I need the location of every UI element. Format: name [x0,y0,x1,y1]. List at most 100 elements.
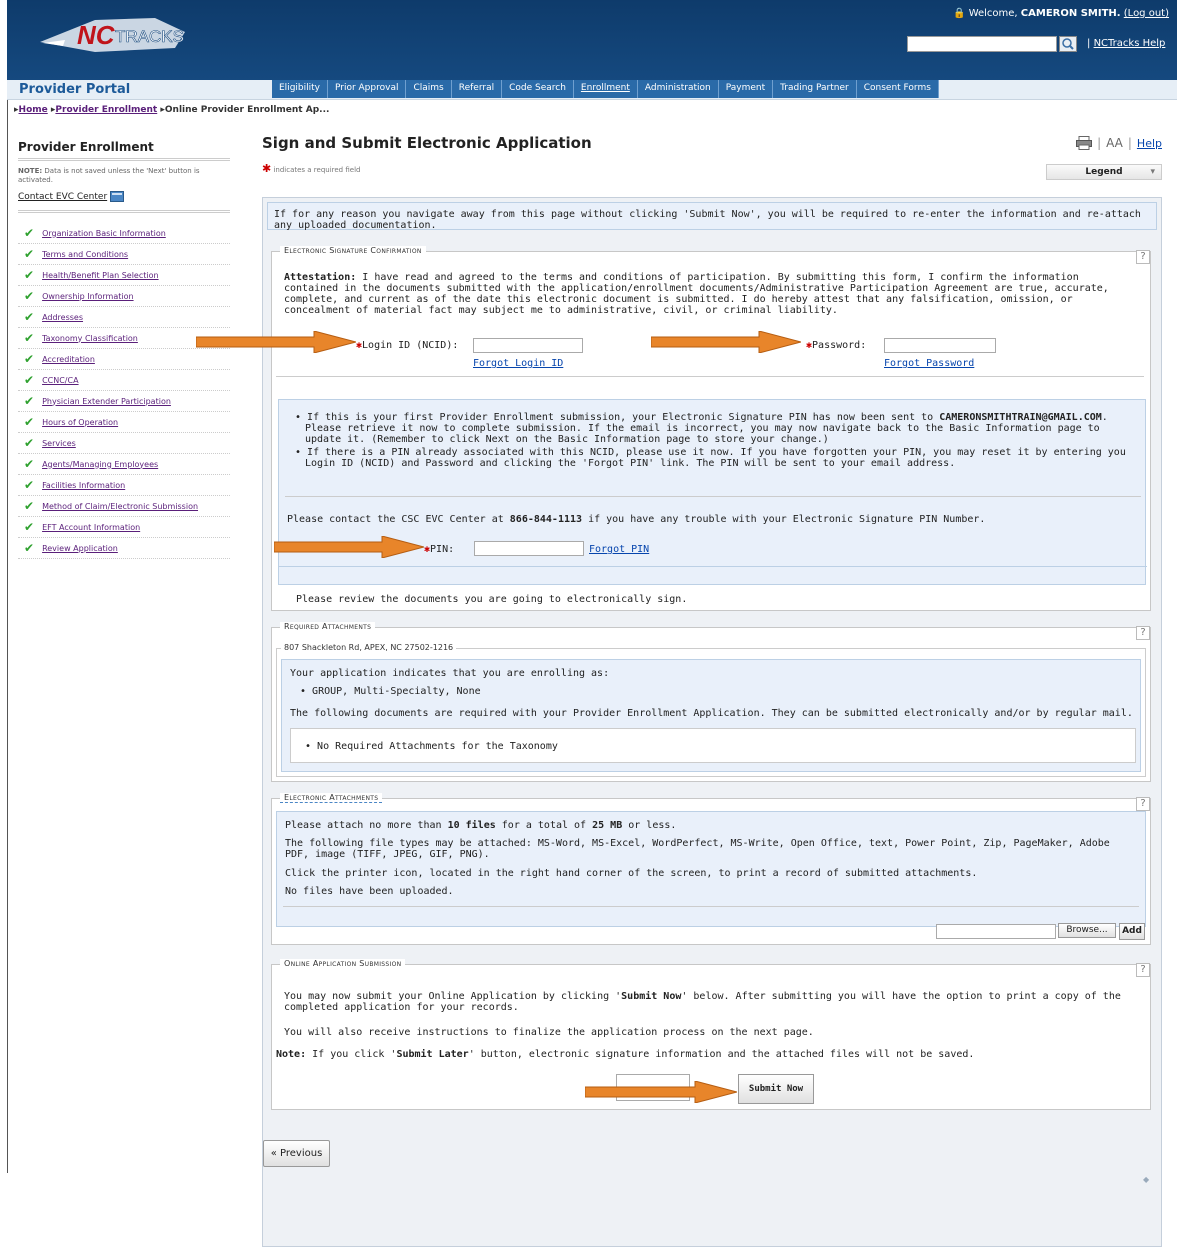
nav-code-search[interactable]: Code Search [502,80,574,98]
forgot-password-link[interactable]: Forgot Password [884,358,974,369]
text-size-icon[interactable]: AA [1106,136,1123,150]
nav-administration[interactable]: Administration [638,80,719,98]
checkmark-icon: ✔ [24,289,35,303]
legend-dropdown[interactable]: Legend ▾ [1046,164,1162,180]
sidebar-item[interactable]: ✔ Health/Benefit Plan Selection [18,265,230,286]
sidebar-item-label[interactable]: Terms and Conditions [42,250,128,259]
nav-referral[interactable]: Referral [452,80,503,98]
file-types-text: The following file types may be attached… [285,838,1110,860]
nav-trading-partner[interactable]: Trading Partner [773,80,857,98]
required-attachments-section: Required Attachments ? 807 Shackleton Rd… [271,622,1151,782]
sidebar-item[interactable]: ✔ Services [18,433,230,454]
scroll-top-icon[interactable]: ◆ [1143,1175,1149,1184]
logo-tracks-text: TRACKS [115,27,184,46]
help-area: | NCTracks Help [1087,38,1166,49]
sidebar-item-label[interactable]: Hours of Operation [42,418,118,427]
nav-consent-forms[interactable]: Consent Forms [857,80,939,98]
add-attachment-button[interactable]: Add [1119,923,1145,940]
sidebar-item-label[interactable]: Physician Extender Participation [42,397,171,406]
sidebar-item-label[interactable]: Accreditation [42,355,95,364]
sidebar-item-label[interactable]: CCNC/CA [42,376,79,385]
sidebar-item[interactable]: ✔ Addresses [18,307,230,328]
evc-contact-text: Please contact the CSC EVC Center at 866… [287,514,986,525]
sidebar-item[interactable]: ✔ Ownership Information [18,286,230,307]
search-button[interactable] [1059,36,1077,52]
contact-evc-link[interactable]: Contact EVC Center [18,192,107,202]
sidebar-item-label[interactable]: Taxonomy Classification [42,334,138,343]
sidebar-item[interactable]: ✔ EFT Account Information [18,517,230,538]
sidebar-item[interactable]: ✔ Organization Basic Information [18,223,230,244]
divider [285,496,1141,497]
help-question-icon[interactable]: ? [1136,797,1150,811]
required-star-icon: ✱ [262,162,272,175]
annotation-arrow-submit [585,1081,737,1103]
nav-enrollment[interactable]: Enrollment [574,80,638,98]
electronic-attachments-legend: Electronic Attachments [280,793,383,803]
sidebar-item[interactable]: ✔ Terms and Conditions [18,244,230,265]
nav-payment[interactable]: Payment [719,80,774,98]
header: NC TRACKS 🔒 Welcome, CAMERON SMITH. (Log… [7,0,1177,80]
sidebar-item[interactable]: ✔ Method of Claim/Electronic Submission [18,496,230,517]
checkmark-icon: ✔ [24,520,35,534]
breadcrumb-enrollment[interactable]: Provider Enrollment [55,105,157,115]
attachments-info-box: Please attach no more than 10 files for … [276,811,1146,927]
sidebar-item-label[interactable]: Addresses [42,313,83,322]
attestation: Attestation: I have read and agreed to t… [284,272,1109,316]
sidebar-item-label[interactable]: Facilities Information [42,481,125,490]
checkmark-icon: ✔ [24,247,35,261]
forgot-login-link[interactable]: Forgot Login ID [473,358,563,369]
sidebar-item-label[interactable]: Organization Basic Information [42,229,166,238]
submit-instructions: You may now submit your Online Applicati… [284,991,1121,1013]
login-id-input[interactable] [473,338,583,353]
sidebar-item-label[interactable]: Method of Claim/Electronic Submission [42,502,198,511]
breadcrumb: ▸Home ▸Provider Enrollment ▸Online Provi… [14,105,330,115]
nav-claims[interactable]: Claims [406,80,452,98]
sidebar-item[interactable]: ✔ Facilities Information [18,475,230,496]
next-page-text: You will also receive instructions to fi… [284,1027,814,1038]
help-link[interactable]: Help [1137,137,1162,150]
nav-prior-approval[interactable]: Prior Approval [328,80,407,98]
required-docs-text: The following documents are required wit… [290,708,1133,719]
previous-button[interactable]: « Previous [263,1140,330,1167]
sidebar-item[interactable]: ✔ Hours of Operation [18,412,230,433]
pin-label: ✱PIN: [424,544,455,555]
sidebar-item-label[interactable]: Review Application [42,544,118,553]
submit-now-button[interactable]: Submit Now [738,1074,814,1104]
portal-bar: Provider Portal Eligibility Prior Approva… [7,80,1177,100]
address-group: 807 Shackleton Rd, APEX, NC 27502-1216 Y… [276,643,1146,777]
breadcrumb-home[interactable]: Home [19,105,48,115]
sidebar-steps: ✔ Organization Basic Information ✔ Terms an… [18,223,230,559]
printer-icon[interactable] [1076,136,1093,150]
password-input[interactable] [884,338,996,353]
enrolling-as-text: Your application indicates that you are … [290,668,610,679]
logout-link[interactable]: (Log out) [1124,8,1169,19]
file-path-input[interactable] [936,924,1056,939]
help-question-icon[interactable]: ? [1136,963,1150,977]
pin-info-list: • If this is your first Provider Enrollm… [293,412,1135,469]
annotation-arrow-password [651,331,801,353]
forgot-pin-link[interactable]: Forgot PIN [589,544,649,555]
nav-eligibility[interactable]: Eligibility [272,80,328,98]
submission-legend: Online Application Submission [280,959,406,968]
search-input[interactable] [907,36,1057,52]
sidebar-item[interactable]: ✔ Agents/Managing Employees [18,454,230,475]
pin-input[interactable] [474,541,584,556]
contact-card-icon[interactable] [110,191,125,202]
nctracks-logo[interactable]: NC TRACKS [35,10,195,60]
nctracks-help-link[interactable]: NCTracks Help [1094,38,1166,49]
sidebar-item-label[interactable]: Ownership Information [42,292,134,301]
user-name: CAMERON SMITH. [1020,8,1121,19]
help-question-icon[interactable]: ? [1136,626,1150,640]
sidebar-item[interactable]: ✔ Physician Extender Participation [18,391,230,412]
sidebar-item[interactable]: ✔ Review Application [18,538,230,559]
checkmark-icon: ✔ [24,394,35,408]
sidebar-item-label[interactable]: Health/Benefit Plan Selection [42,271,159,280]
electronic-attachments-section: Electronic Attachments ? Please attach n… [271,793,1151,945]
sidebar-item[interactable]: ✔ CCNC/CA [18,370,230,391]
checkmark-icon: ✔ [24,415,35,429]
sidebar-item-label[interactable]: EFT Account Information [42,523,140,532]
sidebar-item-label[interactable]: Agents/Managing Employees [42,460,158,469]
browse-button[interactable]: Browse... [1058,923,1116,938]
sidebar-item-label[interactable]: Services [42,439,76,448]
help-question-icon[interactable]: ? [1136,250,1150,264]
